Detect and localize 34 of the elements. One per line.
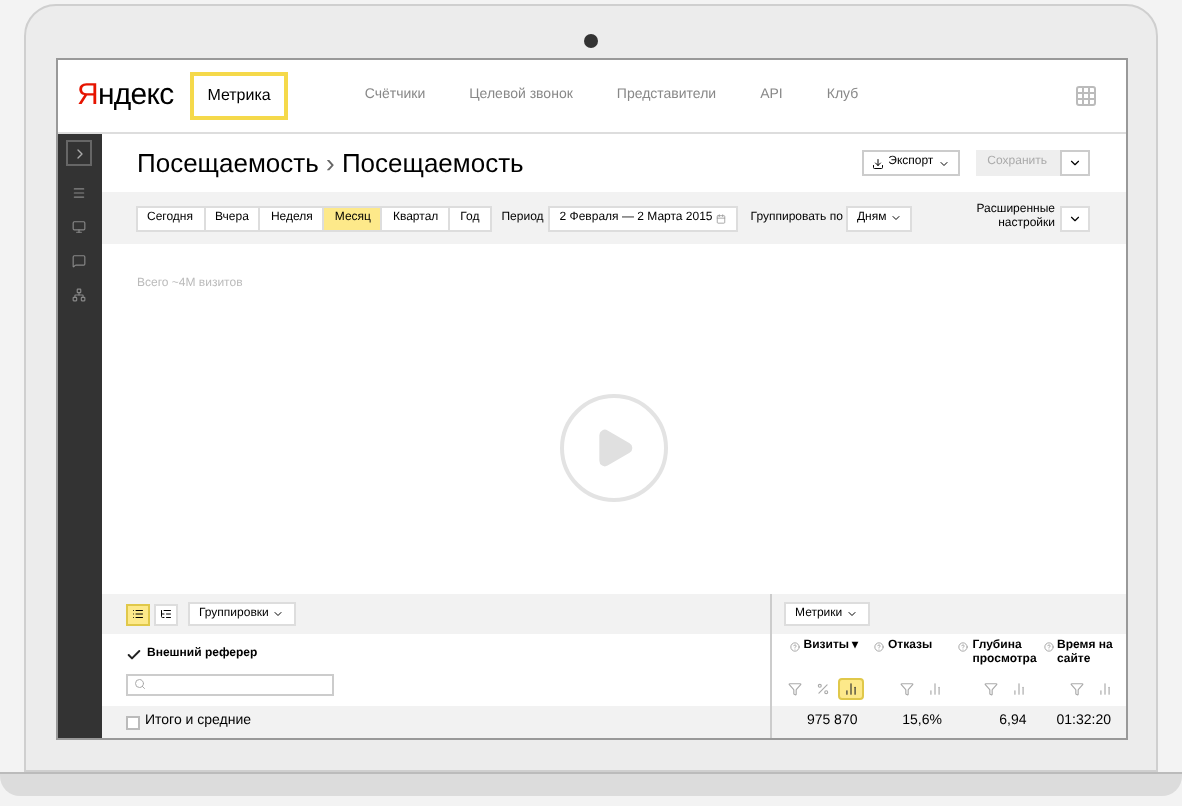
expand-button[interactable]	[66, 140, 92, 166]
camera-icon	[584, 34, 598, 48]
help-icon[interactable]	[874, 642, 884, 652]
caret-icon	[1067, 156, 1081, 170]
caret-icon	[937, 157, 950, 169]
apps-grid-icon[interactable]	[1073, 84, 1097, 108]
help-icon[interactable]	[789, 642, 800, 652]
tree-list-icon	[159, 608, 171, 620]
play-icon[interactable]	[559, 394, 667, 502]
download-icon	[872, 157, 885, 169]
tree-view-button[interactable]	[153, 603, 177, 625]
calendar-icon	[716, 213, 727, 223]
hierarchy-icon[interactable]	[72, 288, 86, 302]
total-row-checkbox[interactable]	[125, 715, 139, 729]
page-title: Посещаемость › Посещаемость	[137, 145, 524, 182]
help-icon[interactable]	[1043, 642, 1053, 652]
help-icon[interactable]	[958, 642, 969, 652]
caret-icon	[272, 608, 285, 620]
caret-icon	[846, 608, 859, 620]
bar-chart-icon[interactable]	[837, 678, 864, 700]
menu-icon[interactable]	[72, 186, 86, 200]
product-label[interactable]: Метрика	[189, 72, 289, 120]
list-icon	[131, 608, 143, 620]
search-icon	[133, 678, 145, 690]
search-field[interactable]	[125, 673, 333, 695]
chat-icon[interactable]	[72, 254, 86, 268]
dimension-checkbox[interactable]	[125, 646, 141, 662]
monitor-icon[interactable]	[72, 220, 86, 234]
caret-icon	[1067, 211, 1081, 225]
save-options-button[interactable]	[1059, 150, 1089, 176]
caret-icon	[890, 212, 903, 224]
logo[interactable]: Яндекс	[77, 73, 174, 119]
advanced-settings-button[interactable]	[1059, 205, 1089, 231]
list-view-button[interactable]	[125, 603, 149, 625]
